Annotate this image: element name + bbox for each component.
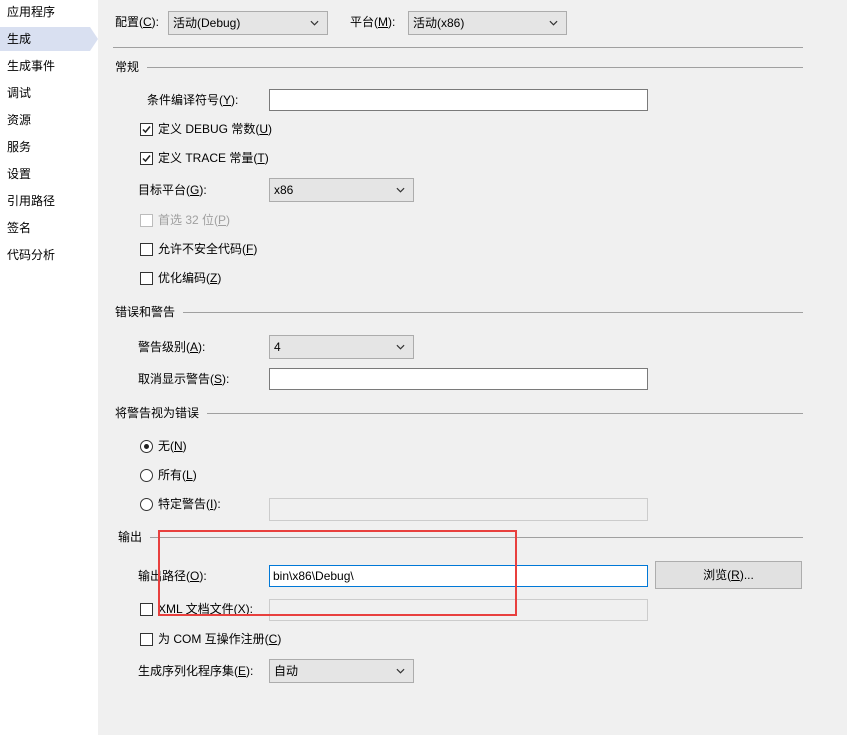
platform-target-label: 目标平台(G): <box>138 183 207 197</box>
treat-warnings-none-radio[interactable] <box>140 439 153 453</box>
suppress-warnings-input[interactable] <box>269 368 648 390</box>
define-trace-option[interactable]: 定义 TRACE 常量(T) <box>140 150 269 166</box>
highlight-annotation <box>158 530 517 616</box>
platform-target-dropdown[interactable]: x86 <box>269 178 414 202</box>
radio-dot <box>144 443 149 449</box>
treat-warnings-all-radio[interactable] <box>140 468 153 482</box>
suppress-warnings-label: 取消显示警告(S): <box>138 372 230 386</box>
platform-dropdown[interactable]: 活动(x86) <box>408 11 567 35</box>
conditional-symbols-input[interactable] <box>269 89 648 111</box>
serialization-dropdown[interactable]: 自动 <box>269 659 414 683</box>
section-treat-warnings: 将警告视为错误 <box>113 405 803 421</box>
xml-doc-checkbox[interactable] <box>140 602 153 616</box>
treat-warnings-all-option[interactable]: 所有(L) <box>140 467 197 483</box>
sidebar-item-signing[interactable]: 签名 <box>0 216 90 240</box>
section-general-title: 常规 <box>115 60 140 74</box>
section-divider <box>183 311 803 313</box>
com-interop-checkbox[interactable] <box>140 632 153 646</box>
configuration-dropdown[interactable]: 活动(Debug) <box>168 11 328 35</box>
allow-unsafe-label: 允许不安全代码(F) <box>158 242 258 256</box>
sidebar-item-build[interactable]: 生成 <box>0 27 98 51</box>
chevron-down-icon <box>396 668 405 674</box>
treat-warnings-none-label: 无(N) <box>158 439 187 453</box>
optimize-option[interactable]: 优化编码(Z) <box>140 270 221 286</box>
prefer-32bit-label: 首选 32 位(P) <box>158 213 231 227</box>
section-output-title: 输出 <box>118 530 143 544</box>
treat-warnings-specific-label: 特定警告(I): <box>158 497 221 511</box>
section-divider <box>147 66 803 68</box>
configuration-value: 活动(Debug) <box>173 16 241 30</box>
checkmark-icon <box>142 154 151 162</box>
treat-warnings-none-option[interactable]: 无(N) <box>140 438 187 454</box>
define-debug-option[interactable]: 定义 DEBUG 常数(U) <box>140 121 272 137</box>
platform-label: 平台(M): <box>350 15 396 29</box>
sidebar-item-resources[interactable]: 资源 <box>0 108 90 132</box>
sidebar-item-reference-paths[interactable]: 引用路径 <box>0 189 90 213</box>
chevron-down-icon <box>310 20 319 26</box>
section-divider <box>207 412 803 414</box>
prefer-32bit-option: 首选 32 位(P) <box>140 212 230 228</box>
chevron-down-icon <box>396 187 405 193</box>
conditional-symbols-label: 条件编译符号(Y): <box>147 93 239 107</box>
warning-level-value: 4 <box>274 340 281 354</box>
define-trace-checkbox[interactable] <box>140 151 153 165</box>
allow-unsafe-checkbox[interactable] <box>140 242 153 256</box>
define-debug-label: 定义 DEBUG 常数(U) <box>158 122 273 136</box>
sidebar-item-build-events[interactable]: 生成事件 <box>0 54 90 78</box>
serialization-value: 自动 <box>274 664 299 678</box>
prefer-32bit-checkbox <box>140 213 153 227</box>
configuration-label: 配置(C): <box>115 15 160 29</box>
sidebar-item-application[interactable]: 应用程序 <box>0 0 90 24</box>
section-errors-warnings: 错误和警告 <box>113 304 803 320</box>
warning-level-label: 警告级别(A): <box>138 340 206 354</box>
optimize-checkbox[interactable] <box>140 271 153 285</box>
toolbar-separator <box>113 47 803 48</box>
specific-warnings-input <box>269 498 648 521</box>
com-interop-option[interactable]: 为 COM 互操作注册(C) <box>140 631 281 647</box>
platform-target-value: x86 <box>274 183 294 197</box>
treat-warnings-specific-option[interactable]: 特定警告(I): <box>140 496 221 512</box>
optimize-label: 优化编码(Z) <box>158 271 222 285</box>
chevron-down-icon <box>396 344 405 350</box>
define-trace-label: 定义 TRACE 常量(T) <box>158 151 269 165</box>
platform-value: 活动(x86) <box>413 16 465 30</box>
chevron-down-icon <box>549 20 558 26</box>
sidebar-item-settings[interactable]: 设置 <box>0 162 90 186</box>
sidebar-item-debug[interactable]: 调试 <box>0 81 90 105</box>
checkmark-icon <box>142 125 151 133</box>
allow-unsafe-option[interactable]: 允许不安全代码(F) <box>140 241 257 257</box>
treat-warnings-all-label: 所有(L) <box>158 468 197 482</box>
com-interop-label: 为 COM 互操作注册(C) <box>158 632 282 646</box>
serialization-label: 生成序列化程序集(E): <box>138 664 254 678</box>
sidebar: 应用程序 生成 生成事件 调试 资源 服务 设置 引用路径 签名 代码分析 <box>0 0 98 735</box>
sidebar-item-services[interactable]: 服务 <box>0 135 90 159</box>
section-general: 常规 <box>113 59 803 75</box>
browse-button[interactable]: 浏览(R)... <box>655 561 802 589</box>
warning-level-dropdown[interactable]: 4 <box>269 335 414 359</box>
section-treat-warnings-title: 将警告视为错误 <box>115 406 200 420</box>
sidebar-item-code-analysis[interactable]: 代码分析 <box>0 243 90 267</box>
define-debug-checkbox[interactable] <box>140 122 153 136</box>
treat-warnings-specific-radio[interactable] <box>140 497 153 511</box>
section-errors-warnings-title: 错误和警告 <box>115 305 176 319</box>
